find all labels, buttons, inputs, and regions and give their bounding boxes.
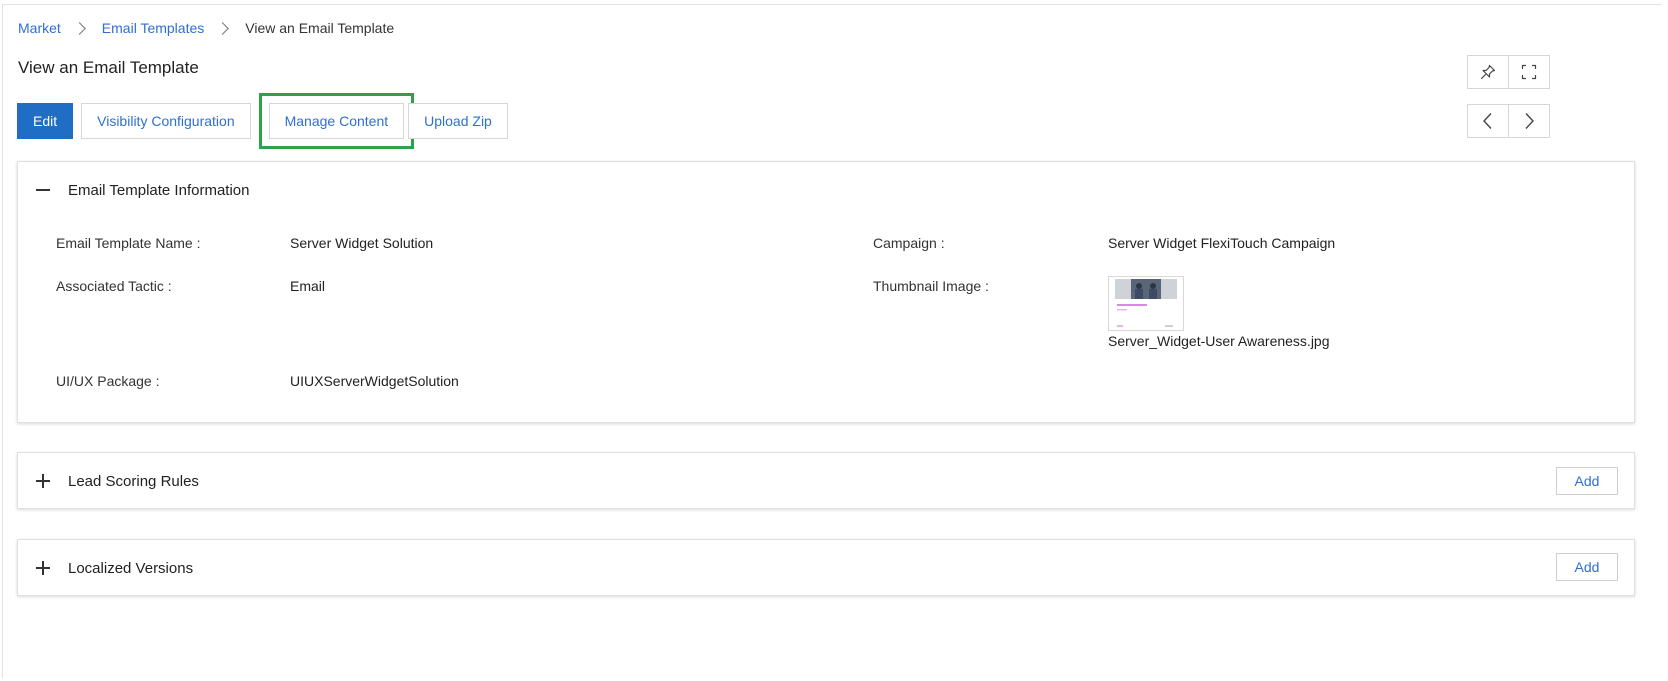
breadcrumb-current: View an Email Template [245, 20, 395, 36]
visibility-configuration-button[interactable]: Visibility Configuration [81, 103, 251, 139]
chevron-right-icon [1525, 113, 1534, 129]
action-toolbar: Edit Visibility Configuration Manage Con… [17, 93, 516, 149]
manage-content-button[interactable]: Manage Content [258, 93, 415, 149]
add-lead-scoring-rule-button[interactable]: Add [1556, 467, 1618, 495]
thumbnail-file-link[interactable]: Server_Widget-User Awareness.jpg [1108, 333, 1330, 349]
next-record-button[interactable] [1508, 104, 1550, 138]
thumbnail-preview-image [1115, 279, 1177, 327]
panel-header[interactable]: Localized Versions [18, 540, 1634, 596]
thumbnail-image[interactable] [1108, 276, 1184, 331]
add-localized-version-button[interactable]: Add [1556, 553, 1618, 581]
expand-icon[interactable] [34, 559, 52, 577]
collapse-icon[interactable] [34, 181, 52, 199]
pin-icon [1480, 64, 1496, 80]
campaign-label: Campaign : [873, 235, 945, 251]
associated-tactic-value: Email [290, 278, 326, 294]
email-template-info-panel: Email Template Information [17, 161, 1635, 423]
pin-button[interactable] [1467, 55, 1509, 89]
expand-icon[interactable] [34, 472, 52, 490]
associated-tactic-label: Associated Tactic : [56, 278, 172, 294]
lead-scoring-rules-panel: Lead Scoring Rules Add [17, 452, 1635, 509]
chevron-left-icon [1483, 113, 1492, 129]
page-title: View an Email Template [18, 58, 199, 77]
uiux-package-link[interactable]: UIUXServerWidgetSolution [290, 373, 459, 389]
uiux-package-label: UI/UX Package : [56, 373, 160, 389]
fullscreen-icon [1521, 64, 1537, 80]
prev-record-button[interactable] [1467, 104, 1509, 138]
breadcrumb-email-templates[interactable]: Email Templates [102, 20, 204, 36]
panel-header[interactable]: Lead Scoring Rules [18, 453, 1634, 509]
panel-title: Email Template Information [68, 181, 250, 199]
panel-title: Lead Scoring Rules [68, 472, 199, 490]
email-template-name-value: Server Widget Solution [290, 235, 434, 251]
upload-zip-button[interactable]: Upload Zip [408, 103, 508, 139]
breadcrumb-market[interactable]: Market [18, 20, 61, 36]
chevron-right-icon [216, 21, 230, 35]
email-template-name-label: Email Template Name : [56, 235, 201, 251]
panel-title: Localized Versions [68, 559, 194, 577]
edit-button[interactable]: Edit [17, 103, 74, 139]
campaign-link[interactable]: Server Widget FlexiTouch Campaign [1108, 235, 1335, 251]
breadcrumb: Market Email Templates View an Email Tem… [18, 20, 394, 36]
thumbnail-image-label: Thumbnail Image : [873, 278, 989, 294]
fullscreen-button[interactable] [1508, 55, 1550, 89]
panel-header[interactable]: Email Template Information [18, 162, 1634, 218]
chevron-right-icon [72, 21, 86, 35]
localized-versions-panel: Localized Versions Add [17, 539, 1635, 596]
